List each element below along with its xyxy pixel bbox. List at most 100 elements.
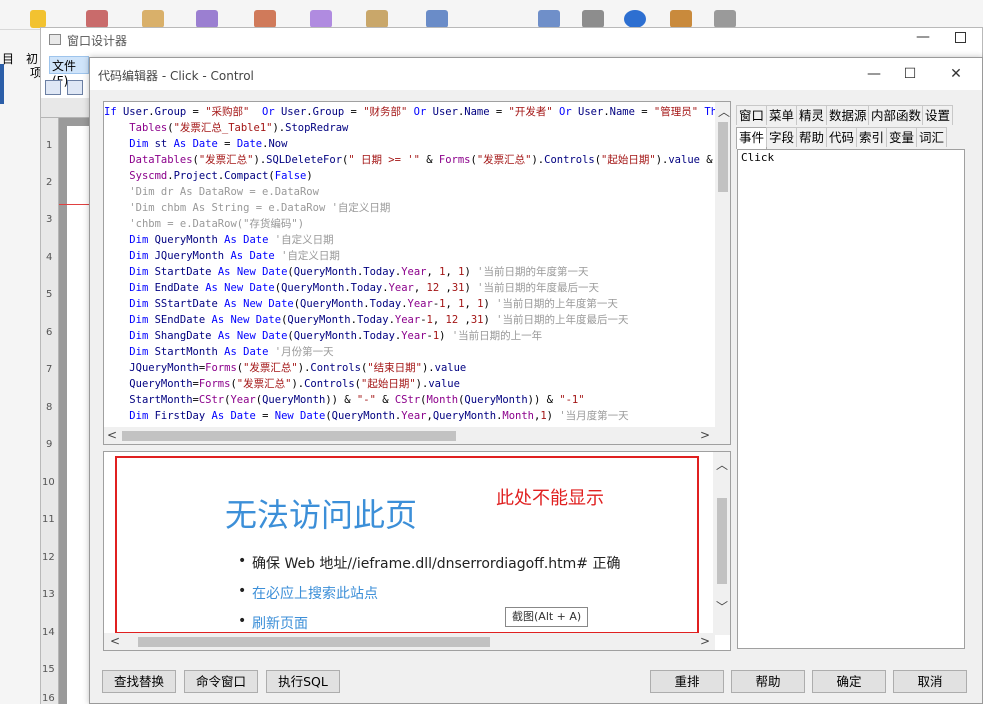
code-horizontal-scrollbar[interactable]: < > (104, 427, 716, 444)
maximize-icon[interactable]: ☐ (900, 64, 920, 84)
close-icon[interactable]: ✕ (946, 64, 966, 84)
ruler-number: 7 (46, 364, 53, 375)
scroll-left-icon[interactable]: < (110, 634, 120, 648)
tab-internal-functions[interactable]: 内部函数 (868, 105, 925, 125)
error-hint-item: 确保 Web 地址//ieframe.dll/dnserrordiagoff.h… (238, 553, 620, 573)
tab-index[interactable]: 索引 (856, 127, 888, 147)
scroll-corner (715, 427, 730, 444)
scroll-thumb[interactable] (718, 122, 728, 192)
minimize-icon[interactable]: — (916, 29, 930, 45)
cancel-button[interactable]: 取消 (893, 670, 967, 693)
find-replace-button[interactable]: 查找替换 (102, 670, 176, 693)
code-line[interactable]: Dim StartDate As New Date(QueryMonth.Tod… (104, 264, 588, 280)
code-line[interactable]: Dim SStartDate As New Date(QueryMonth.To… (104, 296, 618, 312)
toolbar-form-icon[interactable] (86, 10, 108, 28)
ok-button[interactable]: 确定 (812, 670, 886, 693)
ruler-number: 16 (42, 693, 55, 704)
code-line[interactable]: Dim QueryMonth As Date '自定义日期 (104, 232, 333, 248)
browser-horizontal-scrollbar[interactable]: < > (104, 633, 715, 650)
code-line[interactable]: 'Dim chbm As String = e.DataRow '自定义日期 (104, 200, 390, 216)
code-editor[interactable]: If User.Group = "采购部" Or User.Group = "财… (103, 101, 731, 445)
minimize-icon[interactable]: — (864, 64, 884, 84)
scroll-left-icon[interactable]: < (107, 428, 117, 442)
save-icon[interactable] (45, 80, 61, 95)
tab-fields[interactable]: 字段 (766, 127, 798, 147)
code-text-area[interactable]: If User.Group = "采购部" Or User.Group = "财… (104, 104, 716, 426)
command-window-button[interactable]: 命令窗口 (184, 670, 258, 693)
toolbar-edit-icon[interactable] (254, 10, 276, 28)
ruler-number: 6 (46, 327, 53, 338)
toolbar-pencil-icon[interactable] (366, 10, 388, 28)
ruler-number: 15 (42, 664, 55, 675)
browser-preview-pane[interactable]: 无法访问此页 此处不能显示 确保 Web 地址//ieframe.dll/dns… (103, 451, 731, 651)
tab-vocabulary[interactable]: 词汇 (916, 127, 948, 147)
tab-menu[interactable]: 菜单 (766, 105, 798, 125)
tab-window[interactable]: 窗口 (736, 105, 768, 125)
left-label[interactable]: 目 (2, 50, 14, 67)
tab-datasource[interactable]: 数据源 (826, 105, 870, 125)
exec-sql-button[interactable]: 执行SQL (266, 670, 340, 693)
tab-variables[interactable]: 变量 (886, 127, 918, 147)
layout-icon[interactable] (67, 80, 83, 95)
code-line[interactable]: Tables("发票汇总_Table1").StopRedraw (104, 120, 348, 136)
code-line[interactable]: If User.Group = "采购部" Or User.Group = "财… (104, 104, 716, 120)
rearrange-button[interactable]: 重排 (650, 670, 724, 693)
code-vertical-scrollbar[interactable]: ︿ (715, 102, 730, 428)
menu-file[interactable]: 文件(F) (49, 56, 89, 88)
help-button[interactable]: 帮助 (731, 670, 805, 693)
design-page[interactable] (67, 126, 91, 704)
code-line[interactable]: QueryMonth=Forms("发票汇总").Controls("起始日期"… (104, 376, 460, 392)
scroll-thumb[interactable] (122, 431, 456, 441)
app-toolbar (0, 0, 983, 30)
screenshot-tooltip: 截图(Alt + A) (505, 607, 589, 627)
toolbar-gear-icon[interactable] (714, 10, 736, 28)
code-line[interactable]: Dim StartMonth As Date '月份第一天 (104, 344, 333, 360)
code-line[interactable]: Dim ShangDate As New Date(QueryMonth.Tod… (104, 328, 542, 344)
code-line[interactable]: 'Dim dr As DataRow = e.DataRow (104, 184, 319, 200)
toolbar-globe-icon[interactable] (624, 10, 646, 28)
code-line[interactable]: Dim SEndDate As New Date(QueryMonth.Toda… (104, 312, 628, 328)
bing-search-link[interactable]: 在必应上搜索此站点 (238, 583, 378, 603)
ruler-number: 12 (42, 552, 55, 563)
ruler-number: 3 (46, 214, 53, 225)
editor-title: 代码编辑器 - Click - Control (98, 69, 254, 83)
scroll-up-icon[interactable]: ︿ (716, 456, 728, 473)
toolbar-window-icon[interactable] (426, 10, 448, 28)
ruler-number: 2 (46, 177, 53, 188)
maximize-icon[interactable] (955, 32, 966, 43)
toolbar-folder-icon[interactable] (142, 10, 164, 28)
browser-vertical-scrollbar[interactable]: ︿ ﹀ (713, 452, 730, 635)
ruler-left: 1 2 3 4 5 6 7 8 9 10 11 12 13 14 15 16 (41, 118, 59, 704)
design-canvas[interactable] (59, 118, 91, 704)
scroll-thumb[interactable] (138, 637, 490, 647)
toolbar-shapes2-icon[interactable] (310, 10, 332, 28)
scroll-up-icon[interactable]: ︿ (718, 103, 730, 120)
tab-events[interactable]: 事件 (736, 127, 768, 149)
code-line[interactable]: Dim st As Date = Date.Now (104, 136, 287, 152)
code-line[interactable]: Dim EndDate As New Date(QueryMonth.Today… (104, 280, 599, 296)
toolbar-grid-icon[interactable] (538, 10, 560, 28)
refresh-page-link[interactable]: 刷新页面 (238, 613, 308, 633)
tab-settings[interactable]: 设置 (922, 105, 954, 125)
scroll-thumb[interactable] (717, 498, 727, 584)
code-line[interactable]: DataTables("发票汇总").SQLDeleteFor(" 日期 >= … (104, 152, 712, 168)
code-line[interactable]: Dim JQueryMonth As Date '自定义日期 (104, 248, 340, 264)
code-line[interactable]: JQueryMonth=Forms("发票汇总").Controls("结束日期… (104, 360, 466, 376)
code-line[interactable]: Syscmd.Project.Compact(False) (104, 168, 312, 184)
event-item-click[interactable]: Click (741, 151, 774, 164)
code-line[interactable]: Dim FirstDay As Date = New Date(QueryMon… (104, 408, 628, 424)
event-list[interactable]: Click (737, 149, 965, 649)
tab-code[interactable]: 代码 (826, 127, 858, 147)
code-line[interactable]: 'chbm = e.DataRow("存货编码") (104, 216, 304, 232)
tab-wizard[interactable]: 精灵 (796, 105, 828, 125)
code-line[interactable]: StartMonth=CStr(Year(QueryMonth)) & "-" … (104, 392, 584, 408)
scroll-right-icon[interactable]: > (700, 634, 710, 648)
scroll-down-icon[interactable]: ﹀ (716, 598, 728, 615)
tab-help[interactable]: 帮助 (796, 127, 828, 147)
toolbar-shapes-icon[interactable] (196, 10, 218, 28)
toolbar-star-icon[interactable] (30, 10, 46, 28)
toolbar-tool-icon[interactable] (582, 10, 604, 28)
toolbar-users-icon[interactable] (670, 10, 692, 28)
scroll-right-icon[interactable]: > (700, 428, 710, 442)
ruler-number: 4 (46, 252, 53, 263)
